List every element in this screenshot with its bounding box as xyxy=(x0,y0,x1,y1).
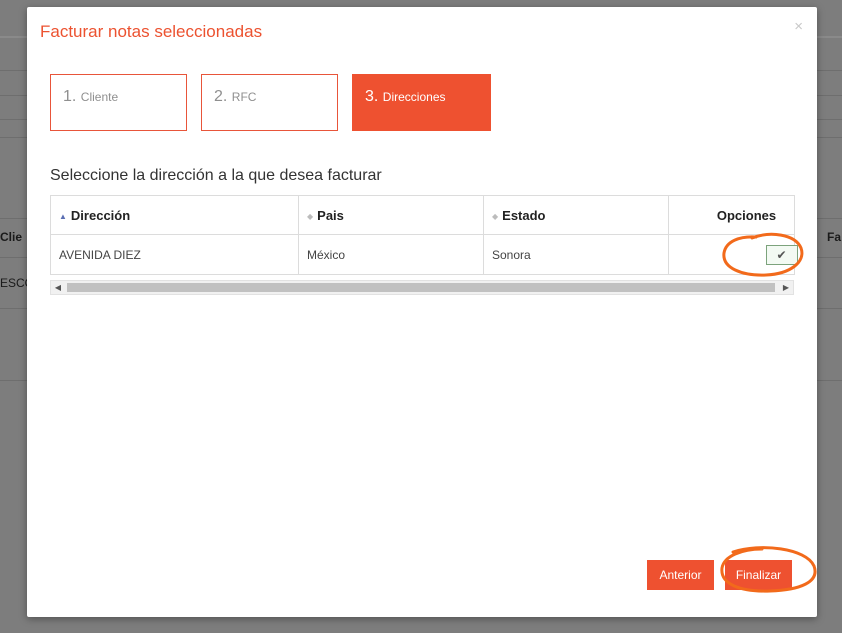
sort-asc-icon: ▲ xyxy=(59,211,67,221)
close-icon[interactable]: × xyxy=(794,18,803,35)
horizontal-scrollbar[interactable]: ◀ ▶ xyxy=(50,280,794,295)
column-label: Dirección xyxy=(70,207,131,223)
sort-icon: ◆ xyxy=(307,211,314,221)
column-header-direccion[interactable]: ▲ Dirección xyxy=(50,195,299,235)
modal-title: Facturar notas seleccionadas xyxy=(40,22,263,41)
cell-opciones: ✔ xyxy=(668,234,798,275)
column-label: Estado xyxy=(502,207,546,223)
scrollbar-thumb[interactable] xyxy=(67,283,775,292)
select-address-button[interactable]: ✔ xyxy=(765,244,798,265)
bg-column-header: Fa xyxy=(827,230,842,244)
column-label: Pais xyxy=(317,207,344,223)
column-header-opciones: Opciones xyxy=(668,195,795,235)
step-rfc[interactable]: 2. RFC xyxy=(201,74,338,131)
scroll-left-icon[interactable]: ◀ xyxy=(51,281,65,294)
scroll-right-icon[interactable]: ▶ xyxy=(779,281,793,294)
cell-estado: Sonora xyxy=(483,234,669,275)
step-label: RFC xyxy=(231,90,257,104)
step-number: 3. xyxy=(365,88,379,105)
bg-column-header: Clie xyxy=(0,230,23,244)
address-grid: ▲ Dirección ◆ Pais ◆ Estado Opciones AVENID… xyxy=(50,195,798,301)
address-table: ▲ Dirección ◆ Pais ◆ Estado Opciones AVENID… xyxy=(50,195,798,275)
cell-pais: México xyxy=(298,234,484,275)
step-label: Direcciones xyxy=(382,90,446,104)
finalizar-button[interactable]: Finalizar xyxy=(725,560,792,590)
sort-icon: ◆ xyxy=(492,211,499,221)
column-label: Opciones xyxy=(716,207,777,223)
column-header-pais[interactable]: ◆ Pais xyxy=(298,195,484,235)
step-cliente[interactable]: 1. Cliente xyxy=(50,74,187,131)
step-number: 2. xyxy=(214,88,228,105)
table-header-row: ▲ Dirección ◆ Pais ◆ Estado Opciones xyxy=(50,195,795,235)
section-label: Seleccione la dirección a la que desea f… xyxy=(50,167,382,184)
anterior-button[interactable]: Anterior xyxy=(647,560,714,590)
check-icon: ✔ xyxy=(776,247,787,262)
table-row[interactable]: AVENIDA DIEZ México Sonora ✔ xyxy=(50,234,798,275)
step-number: 1. xyxy=(63,88,77,105)
column-header-estado[interactable]: ◆ Estado xyxy=(483,195,669,235)
step-label: Cliente xyxy=(80,90,119,104)
cell-direccion: AVENIDA DIEZ xyxy=(50,234,299,275)
invoice-modal: Facturar notas seleccionadas × 1. Client… xyxy=(27,7,817,617)
step-direcciones[interactable]: 3. Direcciones xyxy=(352,74,491,131)
